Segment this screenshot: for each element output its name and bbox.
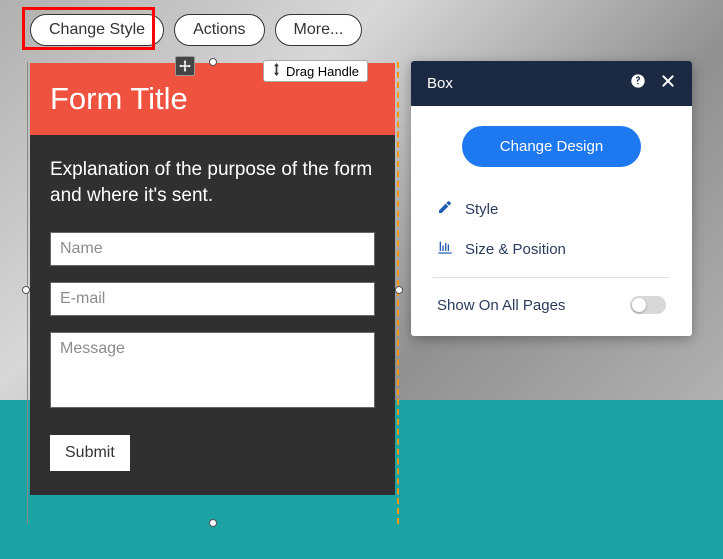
pen-icon	[437, 199, 453, 219]
resize-handle-right[interactable]	[395, 286, 403, 294]
change-style-button[interactable]: Change Style	[30, 14, 164, 46]
resize-handle-left[interactable]	[22, 286, 30, 294]
close-icon[interactable]	[660, 73, 676, 94]
resize-handle-bottom[interactable]	[209, 519, 217, 527]
name-field[interactable]	[50, 232, 375, 266]
drag-vertical-icon	[272, 63, 281, 79]
show-on-all-pages-label: Show On All Pages	[437, 297, 565, 314]
show-on-all-pages-toggle[interactable]	[630, 296, 666, 314]
actions-button[interactable]: Actions	[174, 14, 264, 46]
element-toolbar: Change Style Actions More...	[30, 14, 362, 46]
submit-button[interactable]: Submit	[50, 435, 130, 471]
email-field[interactable]	[50, 282, 375, 316]
ruler-icon	[437, 239, 453, 259]
drag-handle-tooltip: Drag Handle	[263, 60, 368, 82]
form-explanation: Explanation of the purpose of the form a…	[50, 157, 375, 208]
resize-handle-top[interactable]	[209, 58, 217, 66]
box-popover: Box Change Design Style Size & Position …	[411, 61, 692, 336]
change-design-button[interactable]: Change Design	[462, 126, 641, 167]
drag-handle-label: Drag Handle	[286, 64, 359, 79]
more-button[interactable]: More...	[275, 14, 363, 46]
size-position-label: Size & Position	[465, 241, 566, 258]
popover-title: Box	[427, 75, 616, 92]
popover-header: Box	[411, 61, 692, 106]
form-body: Explanation of the purpose of the form a…	[30, 135, 395, 495]
popover-body: Change Design Style Size & Position Show…	[411, 106, 692, 336]
message-field[interactable]	[50, 332, 375, 408]
style-label: Style	[465, 201, 498, 218]
divider	[433, 277, 670, 278]
form-box[interactable]: Form Title Explanation of the purpose of…	[30, 63, 395, 521]
move-handle[interactable]	[175, 56, 195, 76]
show-on-all-pages-row: Show On All Pages	[433, 286, 670, 328]
style-item[interactable]: Style	[433, 189, 670, 229]
help-icon[interactable]	[630, 73, 646, 94]
size-position-item[interactable]: Size & Position	[433, 229, 670, 269]
